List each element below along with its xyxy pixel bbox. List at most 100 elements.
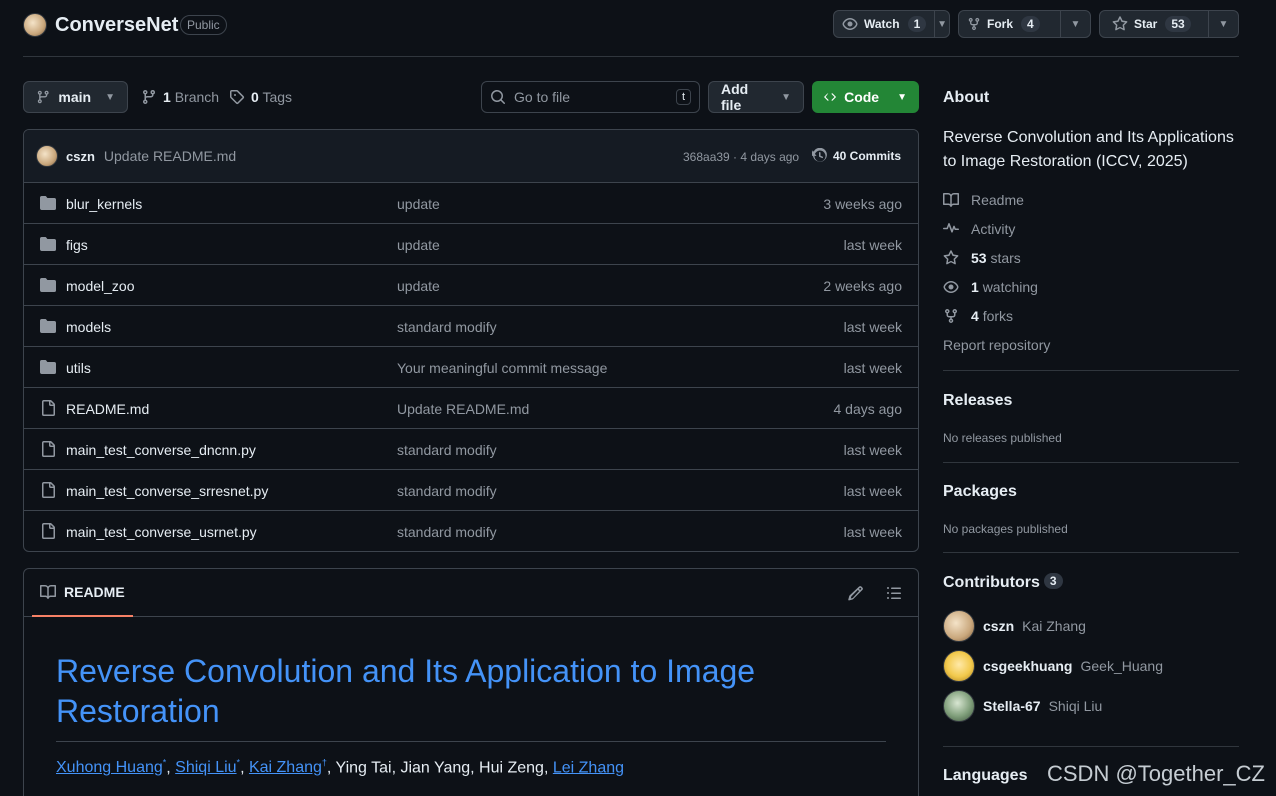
owner-avatar[interactable]	[23, 13, 47, 37]
branch-selector[interactable]: main ▼	[23, 81, 128, 113]
file-commit-message[interactable]: update	[397, 196, 440, 212]
readme-title: Reverse Convolution and Its Application …	[56, 651, 886, 742]
contributor-login[interactable]: cszn	[983, 618, 1014, 634]
readme-link-label: Readme	[971, 192, 1024, 208]
commit-message[interactable]: Update README.md	[104, 148, 236, 164]
branch-count: 1	[163, 89, 171, 105]
file-table: cszn Update README.md 368aa39 · 4 days a…	[23, 129, 919, 552]
star-dropdown[interactable]: ▼	[1208, 11, 1238, 37]
contributor-login[interactable]: Stella-67	[983, 698, 1041, 714]
author[interactable]: Kai Zhang†	[249, 758, 327, 776]
file-name[interactable]: README.md	[66, 401, 149, 417]
file-commit-date: 2 weeks ago	[823, 278, 902, 294]
file-row[interactable]: model_zoo update 2 weeks ago	[24, 265, 918, 306]
tag-icon	[230, 90, 245, 105]
author[interactable]: Xuhong Huang*	[56, 758, 166, 776]
code-button[interactable]: Code ▼	[812, 81, 919, 113]
file-commit-message[interactable]: update	[397, 237, 440, 253]
activity-link[interactable]: Activity	[943, 221, 1015, 237]
avatar[interactable]	[943, 610, 975, 642]
file-rows: blur_kernels update 3 weeks ago figs update l…	[24, 183, 918, 551]
stars-link[interactable]: 53 stars	[943, 250, 1021, 266]
file-commit-message[interactable]: standard modify	[397, 483, 497, 499]
author-name[interactable]: Kai Zhang	[249, 759, 322, 776]
outline-list-icon[interactable]	[886, 585, 902, 601]
pencil-icon[interactable]	[848, 585, 864, 601]
file-icon	[42, 441, 55, 457]
commit-count: 40 Commits	[833, 149, 902, 163]
releases-heading[interactable]: Releases	[943, 392, 1012, 410]
packages-heading[interactable]: Packages	[943, 483, 1017, 501]
watching-link[interactable]: 1 watching	[943, 279, 1038, 295]
file-commit-date: 3 weeks ago	[823, 196, 902, 212]
file-commit-date: last week	[843, 483, 902, 499]
readme-link[interactable]: Readme	[943, 192, 1024, 208]
file-row[interactable]: README.md Update README.md 4 days ago	[24, 388, 918, 429]
stars-count: 53	[971, 250, 987, 266]
file-commit-message[interactable]: Your meaningful commit message	[397, 360, 607, 376]
avatar[interactable]	[943, 690, 975, 722]
tags-link[interactable]: 0 Tags	[229, 89, 292, 105]
file-commit-message[interactable]: standard modify	[397, 524, 497, 540]
file-name[interactable]: main_test_converse_srresnet.py	[66, 483, 268, 499]
fork-button[interactable]: Fork 4 ▼	[958, 10, 1091, 38]
search-icon	[491, 90, 505, 104]
eye-icon	[842, 18, 858, 30]
commits-link[interactable]: 40 Commits	[812, 148, 901, 164]
author-name[interactable]: Lei Zhang	[553, 759, 624, 776]
author[interactable]: Lei Zhang	[553, 759, 624, 776]
file-name[interactable]: main_test_converse_dncnn.py	[66, 442, 256, 458]
repo-header: ConverseNet Public Watch 1 ▼ Fork 4 ▼ St…	[23, 0, 1239, 57]
contributors-heading[interactable]: Contributors 3	[943, 573, 1063, 592]
contributor-login[interactable]: csgeekhuang	[983, 658, 1072, 674]
file-commit-message[interactable]: standard modify	[397, 442, 497, 458]
forks-link[interactable]: 4 forks	[943, 308, 1013, 324]
file-row[interactable]: blur_kernels update 3 weeks ago	[24, 183, 918, 224]
file-row[interactable]: main_test_converse_dncnn.py standard modi…	[24, 429, 918, 470]
file-name[interactable]: main_test_converse_usrnet.py	[66, 524, 257, 540]
branch-icon	[143, 89, 155, 105]
commit-author-avatar[interactable]	[36, 145, 58, 167]
chevron-down-icon: ▼	[105, 91, 115, 103]
go-to-file-input[interactable]: Go to file t	[481, 81, 700, 113]
file-icon	[42, 400, 55, 416]
report-repository-link[interactable]: Report repository	[943, 337, 1050, 353]
latest-commit-bar: cszn Update README.md 368aa39 · 4 days a…	[24, 130, 918, 183]
avatar[interactable]	[943, 650, 975, 682]
readme-authors: Xuhong Huang*, Shiqi Liu*, Kai Zhang†, Y…	[56, 758, 625, 777]
file-name[interactable]: figs	[66, 237, 88, 253]
file-name[interactable]: blur_kernels	[66, 196, 142, 212]
file-commit-message[interactable]: Update README.md	[397, 401, 529, 417]
commit-meta[interactable]: 368aa39 · 4 days ago	[683, 150, 799, 164]
file-name[interactable]: model_zoo	[66, 278, 135, 294]
file-row[interactable]: main_test_converse_usrnet.py standard mod…	[24, 511, 918, 551]
file-row[interactable]: utils Your meaningful commit message last …	[24, 347, 918, 388]
contributor[interactable]: Stella-67 Shiqi Liu	[943, 690, 1102, 722]
author-name[interactable]: Xuhong Huang	[56, 759, 163, 776]
contributor[interactable]: cszn Kai Zhang	[943, 610, 1086, 642]
releases-empty: No releases published	[943, 431, 1062, 445]
watch-button[interactable]: Watch 1 ▼	[833, 10, 950, 38]
branches-link[interactable]: 1 Branch	[141, 89, 219, 105]
star-button[interactable]: Star 53 ▼	[1099, 10, 1239, 38]
file-name[interactable]: models	[66, 319, 111, 335]
author[interactable]: Shiqi Liu*	[175, 758, 240, 776]
file-commit-date: 4 days ago	[833, 401, 903, 417]
packages-empty: No packages published	[943, 522, 1068, 536]
readme-tab[interactable]: README	[32, 569, 133, 617]
file-row[interactable]: models standard modify last week	[24, 306, 918, 347]
author-name[interactable]: Shiqi Liu	[175, 759, 236, 776]
repo-name[interactable]: ConverseNet	[55, 14, 178, 37]
watch-dropdown[interactable]: ▼	[934, 11, 949, 37]
commit-author[interactable]: cszn	[66, 149, 95, 164]
file-name[interactable]: utils	[66, 360, 91, 376]
eye-icon	[943, 281, 959, 293]
file-commit-message[interactable]: standard modify	[397, 319, 497, 335]
contributor[interactable]: csgeekhuang Geek_Huang	[943, 650, 1163, 682]
book-icon	[943, 192, 959, 207]
file-row[interactable]: figs update last week	[24, 224, 918, 265]
fork-dropdown[interactable]: ▼	[1060, 11, 1090, 37]
file-row[interactable]: main_test_converse_srresnet.py standard m…	[24, 470, 918, 511]
file-commit-message[interactable]: update	[397, 278, 440, 294]
add-file-button[interactable]: Add file ▼	[708, 81, 804, 113]
